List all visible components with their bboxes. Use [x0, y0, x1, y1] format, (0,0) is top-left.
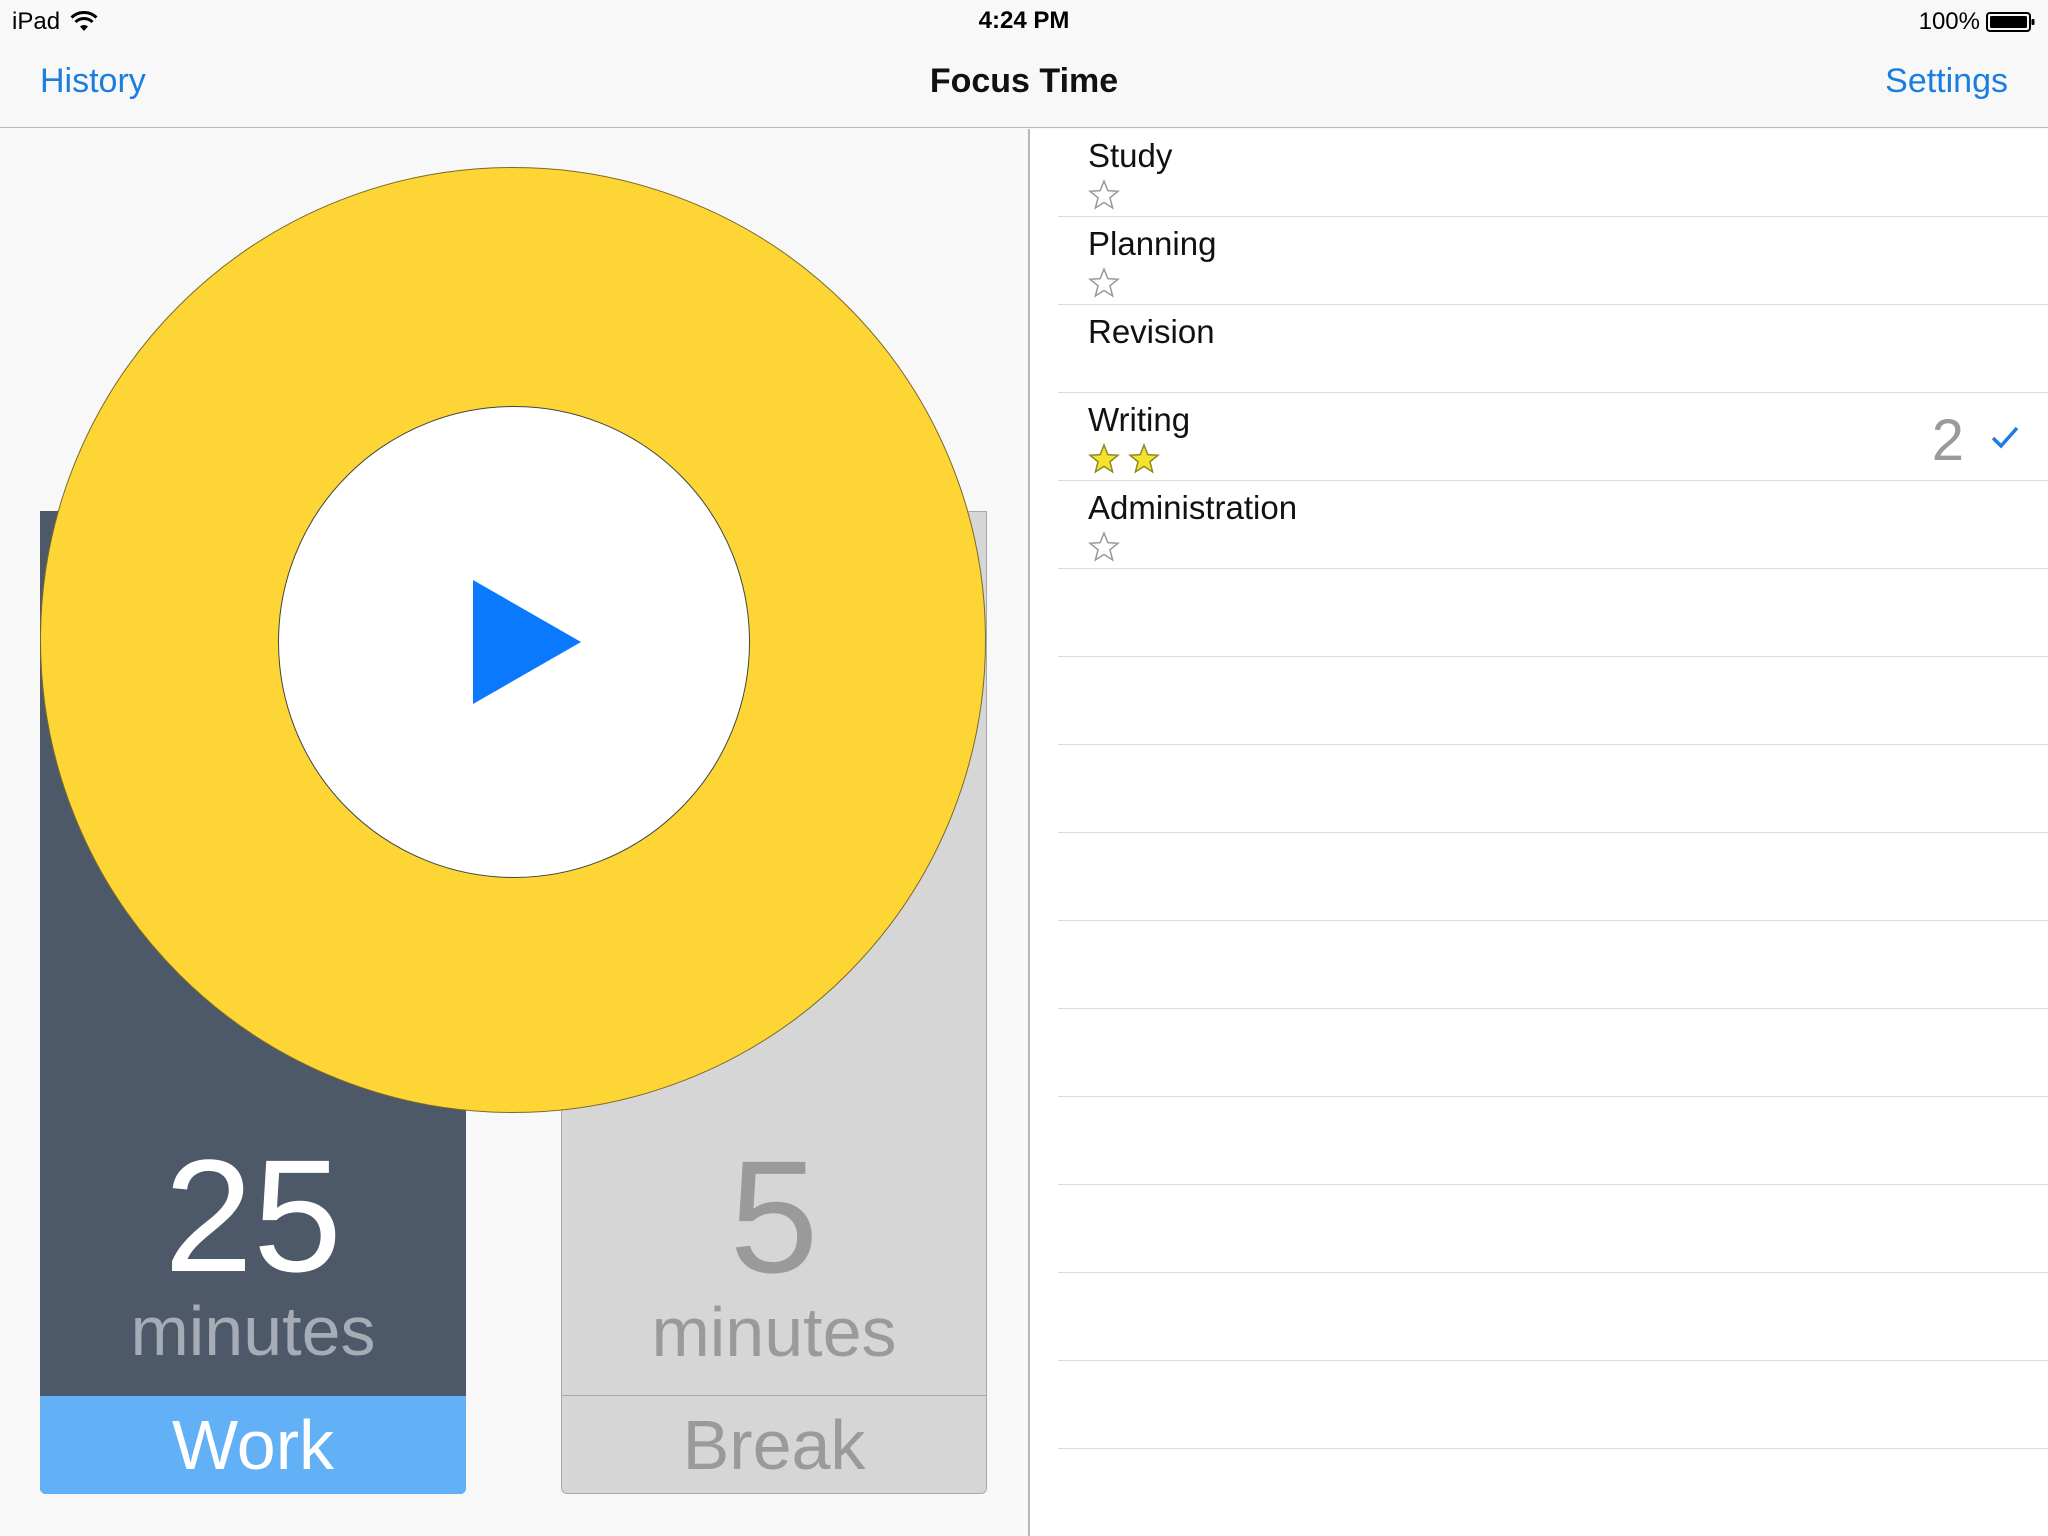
empty-row [1058, 657, 2048, 745]
star-icon [1088, 267, 1120, 298]
status-time: 4:24 PM [978, 7, 1070, 34]
empty-row [1058, 1097, 2048, 1185]
task-name: Administration [1088, 489, 1298, 526]
page-title: Focus Time [929, 62, 1119, 100]
work-minutes-value: 25 [164, 1126, 342, 1305]
task-name: Planning [1088, 225, 1217, 262]
star-icon [1088, 443, 1120, 474]
task-row[interactable]: Study [1058, 129, 2048, 217]
empty-row [1058, 745, 2048, 833]
battery-icon [1986, 12, 2035, 32]
task-name: Study [1088, 137, 1173, 174]
task-stars [1088, 531, 1120, 563]
navigation-bar: History Focus Time Settings [0, 40, 2048, 128]
star-icon [1128, 443, 1160, 474]
task-row[interactable]: Administration [1058, 481, 2048, 569]
empty-row [1058, 569, 2048, 657]
task-stars [1088, 443, 1160, 475]
settings-button[interactable]: Settings [1885, 62, 2008, 101]
status-bar: iPad 4:24 PM 100% [0, 0, 2048, 40]
empty-row [1058, 1361, 2048, 1449]
checkmark-icon [1991, 426, 2019, 449]
task-row[interactable]: Revision [1058, 305, 2048, 393]
task-name: Writing [1088, 401, 1191, 438]
task-name: Revision [1088, 313, 1215, 350]
empty-row [1058, 1273, 2048, 1361]
task-count: 2 [1931, 408, 1964, 473]
break-minutes-value: 5 [729, 1127, 819, 1306]
empty-row [1058, 1009, 2048, 1097]
work-mode-button[interactable]: Work [40, 1396, 466, 1494]
status-right: 100% [1919, 8, 2036, 36]
task-row[interactable]: Planning [1058, 217, 2048, 305]
task-row[interactable]: Writing 2 [1058, 393, 2048, 481]
play-icon[interactable] [473, 580, 581, 704]
work-minutes-unit: minutes [130, 1292, 376, 1370]
star-icon [1088, 179, 1120, 210]
empty-row [1058, 921, 2048, 1009]
empty-row [1058, 833, 2048, 921]
star-icon [1088, 531, 1120, 562]
task-stars [1088, 179, 1120, 211]
empty-row [1058, 1449, 2048, 1536]
empty-row [1058, 1185, 2048, 1273]
break-mode-button[interactable]: Break [562, 1395, 986, 1493]
break-minutes-unit: minutes [651, 1293, 897, 1371]
task-list: Study Planning Revision Writing 2 Administrat… [1030, 129, 2048, 1536]
battery-percentage: 100% [1918, 8, 1980, 35]
task-stars [1088, 267, 1120, 299]
